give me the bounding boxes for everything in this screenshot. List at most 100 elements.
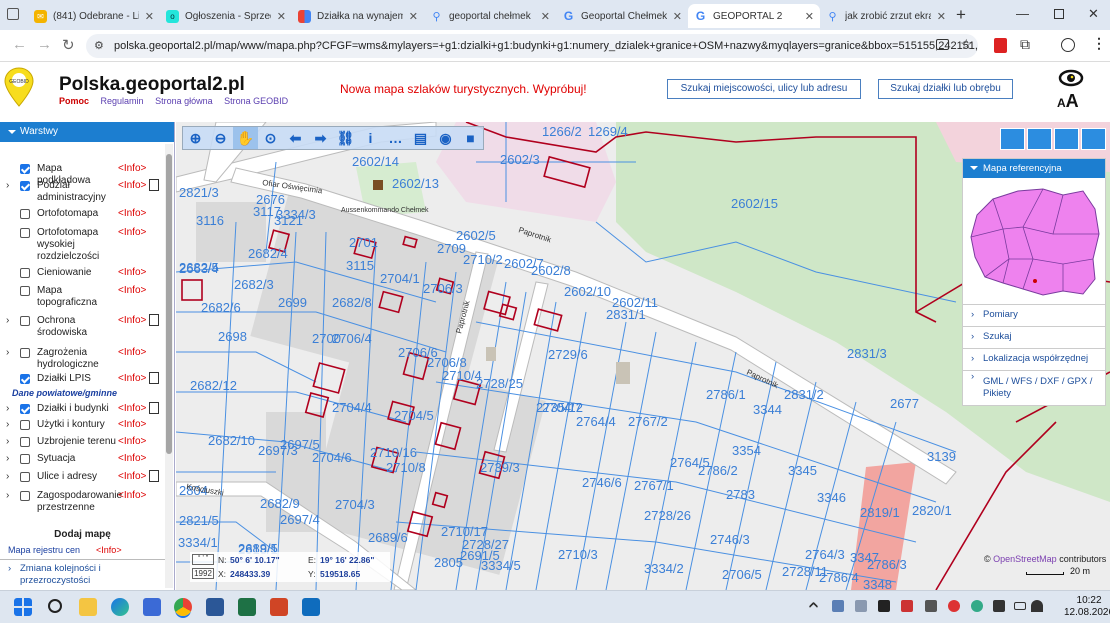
- layer-checkbox[interactable]: [20, 316, 30, 326]
- scrollbar-thumb[interactable]: [166, 154, 172, 454]
- layers-panel-header[interactable]: Warstwy: [0, 122, 174, 142]
- reload-icon[interactable]: ↻: [62, 36, 75, 54]
- print-icon[interactable]: ▤: [408, 127, 433, 149]
- parcel-number-label[interactable]: 3346: [817, 490, 846, 505]
- coordinate-menu-item[interactable]: Lokalizacja współrzędnej: [963, 348, 1105, 370]
- layer-checkbox[interactable]: [20, 454, 30, 464]
- tray-app-icon[interactable]: [901, 600, 913, 612]
- parcel-number-label[interactable]: 2602/3: [500, 152, 540, 167]
- excel-icon[interactable]: [238, 598, 256, 616]
- eye-icon[interactable]: [1058, 67, 1084, 89]
- parcel-number-label[interactable]: 2821/5: [179, 513, 219, 528]
- onedrive-icon[interactable]: [855, 600, 867, 612]
- parcel-number-label[interactable]: 3345: [788, 463, 817, 478]
- parcel-number-label[interactable]: 2602/14: [352, 154, 399, 169]
- new-tab-button[interactable]: +: [956, 5, 966, 25]
- change-order-link[interactable]: Zmiana kolejności i przezroczystości: [0, 559, 173, 590]
- parcel-number-label[interactable]: 3347: [850, 550, 879, 565]
- info-link[interactable]: <Info>: [118, 471, 146, 482]
- browser-tab[interactable]: ⚲ jak zrobić zrzut ekra ✕: [820, 4, 952, 28]
- zoom-box-icon[interactable]: ⊙: [258, 127, 283, 149]
- info-link[interactable]: <Info>: [118, 227, 146, 238]
- parcel-number-label[interactable]: 2704/3: [335, 497, 375, 512]
- zoom-in-icon[interactable]: ⊕: [183, 127, 208, 149]
- parcel-number-label[interactable]: 2783: [726, 487, 755, 502]
- parcel-number-label[interactable]: 3348: [863, 577, 892, 590]
- wifi-icon[interactable]: [1031, 600, 1043, 612]
- cloud-icon[interactable]: [832, 600, 844, 612]
- parcel-number-label[interactable]: 2682/6: [201, 300, 241, 315]
- parcel-number-label[interactable]: 3116: [196, 213, 224, 228]
- parcel-number-label[interactable]: 1266/2: [542, 124, 582, 139]
- search-menu-item[interactable]: Szukaj: [963, 326, 1105, 348]
- sidebar-scrollbar[interactable]: [165, 144, 173, 588]
- parcel-number-label[interactable]: 2706/3: [423, 281, 463, 296]
- tab-list-icon[interactable]: [7, 8, 19, 20]
- parcel-number-label[interactable]: 2682/3: [234, 277, 274, 292]
- close-tab-icon[interactable]: ✕: [805, 10, 814, 23]
- parcel-number-label[interactable]: 2728/25: [476, 376, 523, 391]
- battery-icon[interactable]: [1014, 602, 1026, 610]
- browser-tab[interactable]: Działka na wynajem ✕: [292, 4, 424, 28]
- map-view[interactable]: 1266/2 1269/4 2602/14 2602/13 2602/3 2602/15 3…: [176, 122, 1110, 590]
- parcel-number-label[interactable]: 2699: [278, 295, 307, 310]
- video-icon[interactable]: ■: [458, 127, 483, 149]
- geobid-link[interactable]: Strona GEOBID: [224, 96, 288, 106]
- parcel-number-label[interactable]: 2701: [349, 235, 378, 250]
- add-map-button[interactable]: Dodaj mapę: [0, 529, 165, 540]
- layer-checkbox[interactable]: [20, 420, 30, 430]
- layer-checkbox[interactable]: [20, 437, 30, 447]
- info-link[interactable]: <Info>: [118, 453, 146, 464]
- parcel-number-label[interactable]: 2602/10: [564, 284, 611, 299]
- cast-icon[interactable]: [936, 39, 949, 50]
- expand-icon[interactable]: ›: [6, 347, 9, 358]
- layer-checkbox[interactable]: [20, 209, 30, 219]
- parcel-number-label[interactable]: 2710/3: [558, 547, 598, 562]
- close-tab-icon[interactable]: ✕: [277, 10, 286, 23]
- document-icon[interactable]: [149, 372, 159, 384]
- tray-app-icon[interactable]: [878, 600, 890, 612]
- windows-start-icon[interactable]: [14, 598, 32, 616]
- layer-checkbox[interactable]: [20, 404, 30, 414]
- shield-icon[interactable]: [948, 600, 960, 612]
- parcel-number-label[interactable]: 2709: [437, 241, 466, 256]
- parcel-number-label[interactable]: 2682/12: [190, 378, 237, 393]
- info-link[interactable]: <Info>: [118, 490, 146, 501]
- store-icon[interactable]: [143, 598, 161, 616]
- close-tab-icon[interactable]: ✕: [145, 10, 154, 23]
- parcel-number-label[interactable]: 3334/2: [644, 561, 684, 576]
- search-address-button[interactable]: Szukaj miejscowości, ulicy lub adresu: [667, 79, 861, 99]
- edge-icon[interactable]: [111, 598, 129, 616]
- parcel-number-label[interactable]: 2676: [256, 192, 285, 207]
- parcel-number-label[interactable]: 2682/4: [248, 246, 288, 261]
- geobid-logo[interactable]: GEOBID: [4, 66, 34, 108]
- back-icon[interactable]: ←: [12, 36, 27, 53]
- parcel-number-label[interactable]: 2739/3: [480, 460, 520, 475]
- back-icon[interactable]: ⬅: [283, 127, 308, 149]
- reference-map-header[interactable]: Mapa referencyjna: [963, 159, 1105, 178]
- zoom-out-icon[interactable]: ⊖: [208, 127, 233, 149]
- parcel-number-label[interactable]: 3139: [927, 449, 956, 464]
- outlook-icon[interactable]: [302, 598, 320, 616]
- poland-reference-map[interactable]: [963, 179, 1105, 301]
- browser-tab[interactable]: G Geoportal Chełmek ✕: [556, 4, 688, 28]
- parcel-number-label[interactable]: 2710/16: [370, 445, 417, 460]
- measure-menu-item[interactable]: Pomiary: [963, 304, 1105, 326]
- expand-icon[interactable]: ›: [6, 180, 9, 191]
- parcel-number-label[interactable]: 2767/1: [634, 478, 674, 493]
- pdf-extension-icon[interactable]: [994, 38, 1007, 53]
- explorer-icon[interactable]: [79, 598, 97, 616]
- terms-link[interactable]: Regulamin: [101, 96, 144, 106]
- parcel-number-label[interactable]: 2602/15: [731, 196, 778, 211]
- bookmark-star-icon[interactable]: ☆: [960, 36, 973, 53]
- parcel-number-label[interactable]: 2682/5: [179, 260, 219, 275]
- expand-icon[interactable]: ›: [6, 419, 9, 430]
- expand-icon[interactable]: ›: [6, 436, 9, 447]
- forward-icon[interactable]: ➡: [308, 127, 333, 149]
- browser-tab[interactable]: ✉ (841) Odebrane - List ✕: [28, 4, 160, 28]
- close-window-button[interactable]: ✕: [1088, 6, 1099, 22]
- close-tab-icon[interactable]: ✕: [673, 10, 682, 23]
- parcel-number-label[interactable]: 2697/3: [258, 443, 298, 458]
- expand-icon[interactable]: ›: [6, 453, 9, 464]
- link-icon[interactable]: ⛓: [333, 127, 358, 149]
